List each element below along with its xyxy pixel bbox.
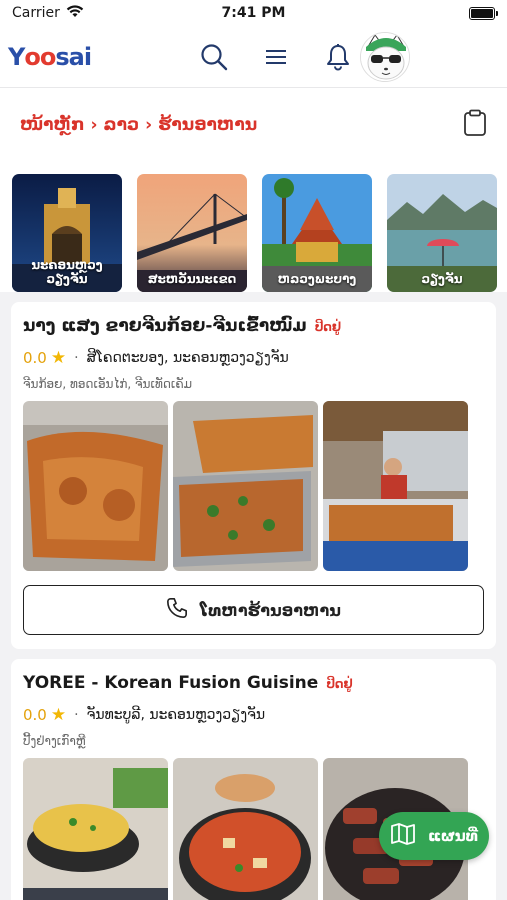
search-icon[interactable] xyxy=(198,41,230,73)
city-label: ນະຄອນຫຼວງວຽງຈັນ xyxy=(31,258,103,286)
app-header: Y oo sai xyxy=(0,26,507,88)
separator-dot: · xyxy=(74,707,79,723)
city-card-luang-prabang[interactable]: ຫລວງພະບາງ xyxy=(262,174,372,292)
star-icon: ★ xyxy=(50,348,67,368)
separator-dot: · xyxy=(74,350,79,366)
status-badge: ປິດຢູ່ xyxy=(314,320,342,334)
breadcrumb: ໜ້າຫຼັກ › ລາວ › ຮ້ານອາຫານ xyxy=(20,115,257,135)
restaurant-tags: ຈີນກ້ອຍ, ທອດເອັນໄກ່, ຈີນເທັດເຄັມ xyxy=(23,377,193,391)
map-icon xyxy=(390,822,416,850)
restaurant-name[interactable]: ນາງ ແສງ ຂາຍຈີນກ້ອຍ-ຈີນເຂົ້າໜົມ xyxy=(23,316,307,336)
breadcrumb-separator: › xyxy=(145,115,153,135)
rating-value: 0.0 xyxy=(23,706,47,724)
restaurant-name[interactable]: YOREE - Korean Fusion Guisine xyxy=(23,673,318,693)
bell-icon[interactable] xyxy=(322,41,354,73)
star-icon: ★ xyxy=(50,705,67,725)
city-card-vientiane-capital[interactable]: ນະຄອນຫຼວງວຽງຈັນ xyxy=(12,174,122,292)
city-card-savannakhet[interactable]: ສະຫວັນນະເຂດ xyxy=(137,174,247,292)
clipboard-icon[interactable] xyxy=(463,109,487,141)
phone-icon xyxy=(166,597,188,623)
restaurant-photo[interactable] xyxy=(23,758,168,900)
restaurant-location: ສີໂຄດຕະບອງ, ນະຄອນຫຼວງວຽງຈັນ xyxy=(86,350,289,366)
city-label: ວຽງຈັນ xyxy=(421,272,463,286)
map-button-label: ແຜນທີ່ xyxy=(428,827,478,845)
restaurant-card[interactable]: ນາງ ແສງ ຂາຍຈີນກ້ອຍ-ຈີນເຂົ້າໜົມ ປິດຢູ່ 0.… xyxy=(11,302,496,649)
city-carousel: ນະຄອນຫຼວງວຽງຈັນ ສະຫວັນນະເຂດ ຫລວງພະບາງ ວຽ… xyxy=(0,162,507,292)
carrier-label: Carrier xyxy=(12,5,60,21)
city-card-vientiane-province[interactable]: ວຽງຈັນ xyxy=(387,174,497,292)
restaurant-photo[interactable] xyxy=(323,401,468,571)
breadcrumb-home[interactable]: ໜ້າຫຼັກ xyxy=(20,115,85,135)
breadcrumb-row: ໜ້າຫຼັກ › ລາວ › ຮ້ານອາຫານ xyxy=(0,88,507,162)
restaurant-card[interactable]: YOREE - Korean Fusion Guisine ປິດຢູ່ 0.0… xyxy=(11,659,496,900)
restaurant-photo[interactable] xyxy=(173,758,318,900)
restaurant-photo[interactable] xyxy=(23,401,168,571)
wifi-icon xyxy=(66,4,84,22)
city-label: ຫລວງພະບາງ xyxy=(277,272,357,286)
status-badge: ປິດຢູ່ xyxy=(326,677,353,691)
restaurant-tags: ປີ້ງຢ່າງເກົາຫຼີ xyxy=(23,734,86,748)
breadcrumb-separator: › xyxy=(90,115,98,135)
avatar[interactable] xyxy=(360,31,410,82)
map-button[interactable]: ແຜນທີ່ xyxy=(379,812,489,860)
restaurant-location: ຈັນທະບູລີ, ນະຄອນຫຼວງວຽງຈັນ xyxy=(86,707,266,723)
photo-gallery xyxy=(23,401,484,571)
status-bar: Carrier 7:41 PM xyxy=(0,0,507,26)
yoosai-logo[interactable]: Y oo sai xyxy=(8,43,188,71)
restaurant-photo[interactable] xyxy=(173,401,318,571)
rating-value: 0.0 xyxy=(23,349,47,367)
breadcrumb-laos[interactable]: ລາວ xyxy=(104,115,140,135)
status-time: 7:41 PM xyxy=(221,5,286,21)
call-button-label: ໂທຫາຮ້ານອາຫານ xyxy=(200,600,341,620)
breadcrumb-restaurants[interactable]: ຮ້ານອາຫານ xyxy=(158,115,257,135)
battery-icon xyxy=(469,6,498,20)
call-restaurant-button[interactable]: ໂທຫາຮ້ານອາຫານ xyxy=(23,585,484,635)
city-label: ສະຫວັນນະເຂດ xyxy=(147,272,237,286)
menu-icon[interactable] xyxy=(260,41,292,73)
